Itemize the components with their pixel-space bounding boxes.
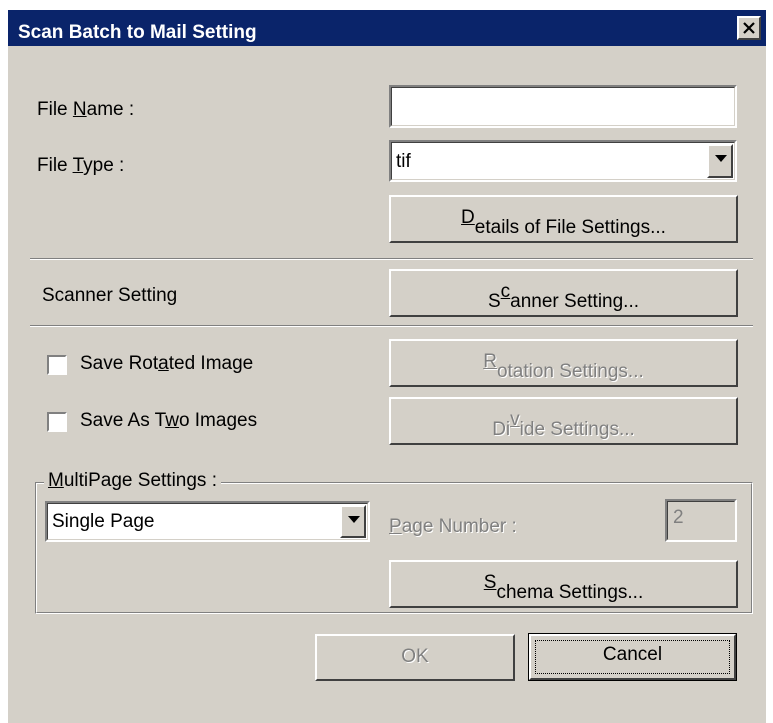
separator <box>30 258 753 260</box>
dialog-title: Scan Batch to Mail Setting <box>18 22 257 43</box>
cancel-button[interactable]: Cancel <box>528 633 737 681</box>
scanner-setting-button[interactable]: Scanner Setting... <box>389 269 738 317</box>
chevron-down-icon <box>715 155 727 162</box>
save-as-two-images-checkbox[interactable] <box>47 412 67 432</box>
file-type-select[interactable]: tif <box>389 140 737 182</box>
close-icon <box>743 22 755 34</box>
save-rotated-image-checkbox[interactable] <box>47 355 67 375</box>
page-number-value: 2 <box>673 507 684 528</box>
rotation-settings-button[interactable]: Rotation Settings... <box>389 339 738 387</box>
page-number-label: Page Number : <box>389 516 517 537</box>
file-name-label: File Name : <box>37 99 135 120</box>
left-margin <box>0 46 8 723</box>
schema-settings-button[interactable]: Schema Settings... <box>389 560 738 608</box>
scanner-setting-label: Scanner Setting <box>42 285 178 306</box>
dialog-window: Scan Batch to Mail Setting File Name : F… <box>0 0 773 723</box>
file-type-dropdown-button[interactable] <box>707 144 733 178</box>
ok-button[interactable]: OK <box>315 634 515 681</box>
multipage-mode-dropdown-button[interactable] <box>340 505 366 538</box>
save-rotated-image-label: Save Rotated Image <box>80 353 254 374</box>
save-as-two-images-label: Save As Two Images <box>80 410 258 431</box>
details-of-file-settings-button[interactable]: Details of File Settings... <box>389 195 738 243</box>
file-name-input[interactable] <box>389 85 737 128</box>
title-bar-area: Scan Batch to Mail Setting <box>0 0 773 46</box>
title-bar: Scan Batch to Mail Setting <box>8 10 766 46</box>
right-margin <box>766 46 773 723</box>
page-number-input[interactable]: 2 <box>665 499 737 542</box>
close-button[interactable] <box>737 16 761 40</box>
multipage-settings-label: MultiPage Settings : <box>44 470 221 492</box>
file-type-value: tif <box>396 151 411 172</box>
separator <box>30 325 753 327</box>
divide-settings-button[interactable]: Divide Settings... <box>389 397 738 445</box>
multipage-mode-select[interactable]: Single Page <box>45 501 370 542</box>
multipage-mode-value: Single Page <box>52 511 155 532</box>
chevron-down-icon <box>348 516 360 523</box>
file-type-label: File Type : <box>37 155 125 176</box>
